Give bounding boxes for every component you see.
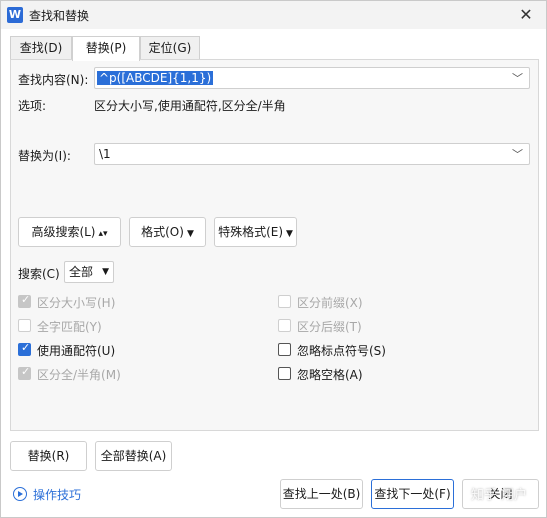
caret-down-icon: ▼ <box>186 229 194 239</box>
options-value: 区分大小写,使用通配符,区分全/半角 <box>94 99 286 113</box>
match-prefix-label: 区分前缀(X) <box>297 296 363 310</box>
format-label: 格式(O) <box>141 225 184 239</box>
find-label: 查找内容(N): <box>18 73 89 87</box>
match-width-label: 区分全/半角(M) <box>37 368 121 382</box>
replace-all-button[interactable]: 全部替换(A) <box>95 441 172 471</box>
checkbox-box <box>278 319 291 332</box>
find-next-button[interactable]: 查找下一处(F) <box>371 479 454 509</box>
play-circle-icon[interactable] <box>13 487 27 501</box>
caret-down-icon: ▼ <box>102 267 109 277</box>
checkbox-box <box>278 367 291 380</box>
replace-button[interactable]: 替换(R) <box>10 441 87 471</box>
find-input-value: ^p([ABCDE]{1,1}) <box>97 71 214 85</box>
tips-link[interactable]: 操作技巧 <box>33 486 81 503</box>
checkbox-box <box>278 343 291 356</box>
chevron-down-icon[interactable]: ﹀ <box>512 146 523 162</box>
format-button[interactable]: 格式(O) ▼ <box>129 217 206 247</box>
options-label: 选项: <box>18 99 47 113</box>
checkbox-box <box>18 319 31 332</box>
special-format-button[interactable]: 特殊格式(E) ▼ <box>214 217 297 247</box>
match-case-label: 区分大小写(H) <box>37 296 116 310</box>
replace-input[interactable]: \1 ﹀ <box>94 143 530 165</box>
close-icon[interactable]: ✕ <box>514 4 538 26</box>
find-previous-button[interactable]: 查找上一处(B) <box>280 479 363 509</box>
chevron-down-icon[interactable]: ﹀ <box>512 70 523 86</box>
tab-replace[interactable]: 替换(P) <box>72 36 140 61</box>
find-input[interactable]: ^p([ABCDE]{1,1}) ﹀ <box>94 67 530 89</box>
search-label: 搜索(C) <box>18 267 60 281</box>
ignore-space-label: 忽略空格(A) <box>297 368 363 382</box>
checkbox-box: ✓ <box>18 365 31 380</box>
replace-input-value: \1 <box>99 147 111 161</box>
tab-goto[interactable]: 定位(G) <box>140 36 200 60</box>
whole-word-label: 全字匹配(Y) <box>37 320 102 334</box>
dialog-title: 查找和替换 <box>29 9 90 23</box>
use-wildcards-label: 使用通配符(U) <box>37 344 116 358</box>
tab-find[interactable]: 查找(D) <box>10 36 72 60</box>
special-format-label: 特殊格式(E) <box>218 225 284 239</box>
checkbox-box: ✓ <box>18 293 31 308</box>
find-replace-dialog: W 查找和替换 ✕ 查找(D) 替换(P) 定位(G) 查找内容(N): ^p(… <box>0 0 547 518</box>
replace-label: 替换为(I): <box>18 149 71 163</box>
checkbox-box: ✓ <box>18 341 31 356</box>
advanced-search-button[interactable]: 高级搜索(L) ▴▾ <box>18 217 121 247</box>
checkbox-box <box>278 295 291 308</box>
advanced-search-label: 高级搜索(L) <box>31 225 96 239</box>
match-suffix-label: 区分后缀(T) <box>297 320 362 334</box>
search-scope-value: 全部 <box>69 265 94 279</box>
caret-down-icon: ▼ <box>286 229 293 239</box>
title-bar: W 查找和替换 ✕ <box>1 1 546 29</box>
wps-writer-icon: W <box>7 7 23 23</box>
replace-panel: 查找内容(N): ^p([ABCDE]{1,1}) ﹀ 选项: 区分大小写,使用… <box>10 59 539 431</box>
up-down-icon: ▴▾ <box>98 229 108 239</box>
watermark: 知乎 用户 <box>471 488 528 503</box>
ignore-punctuation-label: 忽略标点符号(S) <box>297 344 386 358</box>
search-scope-select[interactable]: 全部 ▼ <box>64 261 114 283</box>
